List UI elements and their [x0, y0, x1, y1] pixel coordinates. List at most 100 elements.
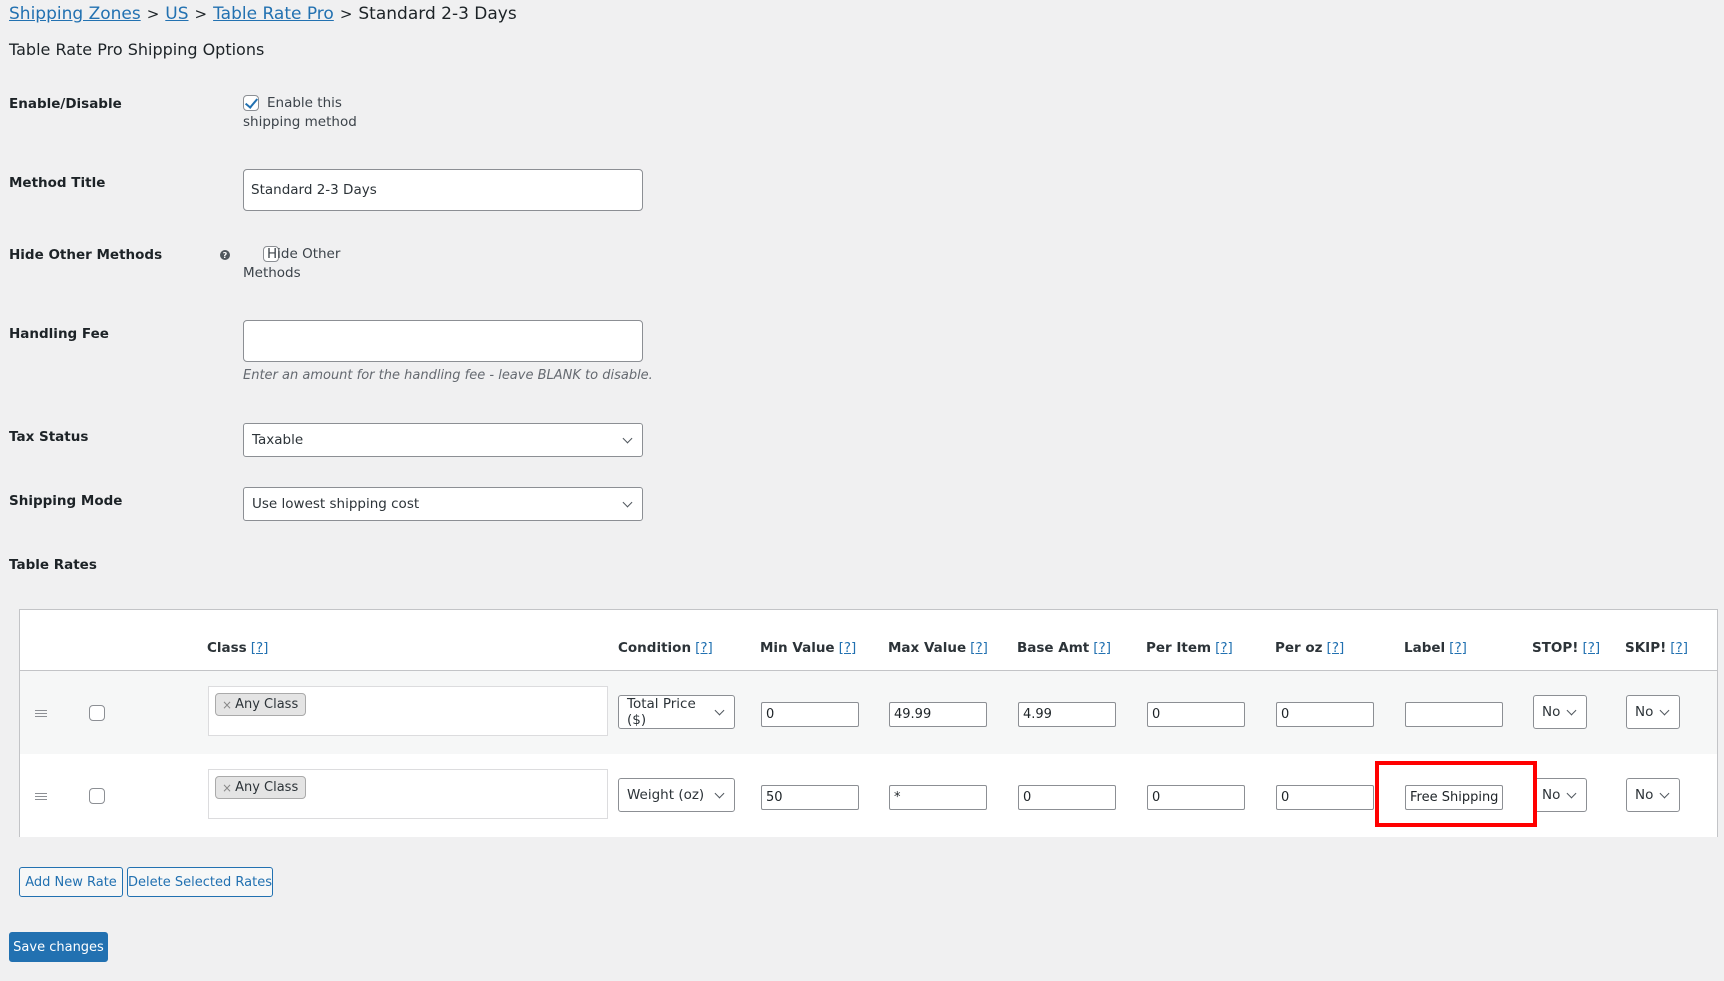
- row-select-checkbox[interactable]: [89, 705, 105, 721]
- breadcrumb-separator: >: [339, 5, 353, 23]
- skip-select[interactable]: No: [1626, 778, 1680, 812]
- tax-status-select[interactable]: Taxable: [243, 423, 643, 457]
- base-amt-input[interactable]: 4.99: [1018, 702, 1116, 727]
- chevron-down-icon: [622, 433, 633, 443]
- method-title-label: Method Title: [9, 175, 106, 191]
- skip-select[interactable]: No: [1626, 695, 1680, 729]
- column-header-per-oz: Per oz [?]: [1275, 640, 1344, 656]
- breadcrumb-separator: >: [146, 5, 160, 23]
- column-header-text: Base Amt: [1017, 640, 1090, 656]
- label-input[interactable]: [1405, 702, 1503, 727]
- column-header-class: Class [?]: [207, 640, 268, 656]
- chevron-down-icon: [622, 497, 633, 507]
- max-value-input[interactable]: 49.99: [889, 702, 987, 727]
- base-amt-input[interactable]: 0: [1018, 785, 1116, 810]
- condition-select[interactable]: Total Price ($): [618, 695, 735, 729]
- column-header-max-value: Max Value [?]: [888, 640, 988, 656]
- min-value-input[interactable]: 50: [761, 785, 859, 810]
- column-header-skip: SKIP! [?]: [1625, 640, 1688, 656]
- condition-value: Weight (oz): [627, 787, 705, 803]
- handling-fee-description: Enter an amount for the handling fee - l…: [243, 368, 653, 383]
- chevron-down-icon: [1659, 788, 1670, 798]
- skip-value: No: [1635, 704, 1654, 720]
- column-header-per-item: Per Item [?]: [1146, 640, 1233, 656]
- table-row: × Any Class Total Price ($) 0 49.99 4.99 …: [20, 670, 1717, 754]
- save-changes-button[interactable]: Save changes: [9, 932, 108, 962]
- stop-value: No: [1542, 787, 1561, 803]
- add-new-rate-button[interactable]: Add New Rate: [19, 867, 123, 897]
- class-tag: × Any Class: [215, 776, 307, 799]
- table-rates-label: Table Rates: [9, 557, 97, 573]
- enable-method-checkbox-label: Enable this shipping method: [243, 95, 357, 130]
- help-link[interactable]: [?]: [251, 640, 269, 656]
- handling-fee-label: Handling Fee: [9, 326, 109, 342]
- column-header-text: Per oz: [1275, 640, 1323, 656]
- tax-status-value: Taxable: [252, 432, 304, 448]
- handling-fee-input[interactable]: [243, 320, 643, 362]
- column-header-text: STOP!: [1532, 640, 1579, 656]
- help-link[interactable]: [?]: [1449, 640, 1467, 656]
- stop-value: No: [1542, 704, 1561, 720]
- breadcrumb-table-rate-pro[interactable]: Table Rate Pro: [213, 4, 334, 24]
- tax-status-label: Tax Status: [9, 429, 89, 445]
- class-selector[interactable]: × Any Class: [208, 769, 608, 819]
- help-link[interactable]: [?]: [1582, 640, 1600, 656]
- chevron-down-icon: [1566, 705, 1577, 715]
- help-link[interactable]: [?]: [839, 640, 857, 656]
- column-header-text: SKIP!: [1625, 640, 1667, 656]
- drag-handle-icon[interactable]: [35, 710, 47, 717]
- class-tag-label: Any Class: [235, 697, 299, 712]
- chevron-down-icon: [714, 705, 725, 715]
- column-header-text: Condition: [618, 640, 692, 656]
- breadcrumb-us[interactable]: US: [165, 4, 188, 24]
- shipping-mode-label: Shipping Mode: [9, 493, 123, 509]
- question-circle-icon[interactable]: ?: [220, 250, 230, 260]
- method-title-input[interactable]: Standard 2-3 Days: [243, 169, 643, 211]
- per-oz-input[interactable]: 0: [1276, 785, 1374, 810]
- remove-tag-icon[interactable]: ×: [222, 781, 232, 795]
- help-link[interactable]: [?]: [695, 640, 713, 656]
- breadcrumb-current: Standard 2-3 Days: [358, 4, 517, 24]
- help-link[interactable]: [?]: [1670, 640, 1688, 656]
- hide-other-methods-checkbox-label: Hide Other Methods: [243, 246, 341, 281]
- column-header-min-value: Min Value [?]: [760, 640, 856, 656]
- column-header-text: Label: [1404, 640, 1446, 656]
- column-header-text: Max Value: [888, 640, 967, 656]
- per-item-input[interactable]: 0: [1147, 785, 1245, 810]
- delete-selected-rates-button[interactable]: Delete Selected Rates: [127, 867, 273, 897]
- help-link[interactable]: [?]: [970, 640, 988, 656]
- help-link[interactable]: [?]: [1093, 640, 1111, 656]
- per-oz-input[interactable]: 0: [1276, 702, 1374, 727]
- class-tag: × Any Class: [215, 693, 307, 716]
- remove-tag-icon[interactable]: ×: [222, 698, 232, 712]
- column-header-label: Label [?]: [1404, 640, 1467, 656]
- chevron-down-icon: [1566, 788, 1577, 798]
- drag-handle-icon[interactable]: [35, 793, 47, 800]
- stop-select[interactable]: No: [1533, 695, 1587, 729]
- max-value-input[interactable]: *: [889, 785, 987, 810]
- column-header-text: Per Item: [1146, 640, 1212, 656]
- hide-other-methods-label: Hide Other Methods: [9, 247, 163, 263]
- help-link[interactable]: [?]: [1215, 640, 1233, 656]
- class-tag-label: Any Class: [235, 780, 299, 795]
- chevron-down-icon: [1659, 705, 1670, 715]
- min-value-input[interactable]: 0: [761, 702, 859, 727]
- help-link[interactable]: [?]: [1327, 640, 1345, 656]
- column-header-condition: Condition [?]: [618, 640, 713, 656]
- enable-disable-label: Enable/Disable: [9, 96, 122, 112]
- shipping-mode-value: Use lowest shipping cost: [252, 496, 420, 512]
- condition-value: Total Price ($): [627, 696, 696, 728]
- breadcrumb-separator: >: [194, 5, 208, 23]
- class-selector[interactable]: × Any Class: [208, 686, 608, 736]
- breadcrumb-shipping-zones[interactable]: Shipping Zones: [9, 4, 141, 24]
- stop-select[interactable]: No: [1533, 778, 1587, 812]
- row-select-checkbox[interactable]: [89, 788, 105, 804]
- column-header-text: Min Value: [760, 640, 835, 656]
- column-header-text: Class: [207, 640, 247, 656]
- breadcrumb: Shipping Zones > US > Table Rate Pro > Standar…: [9, 4, 517, 24]
- highlight-box: [1375, 761, 1537, 827]
- per-item-input[interactable]: 0: [1147, 702, 1245, 727]
- condition-select[interactable]: Weight (oz): [618, 778, 735, 812]
- skip-value: No: [1635, 787, 1654, 803]
- shipping-mode-select[interactable]: Use lowest shipping cost: [243, 487, 643, 521]
